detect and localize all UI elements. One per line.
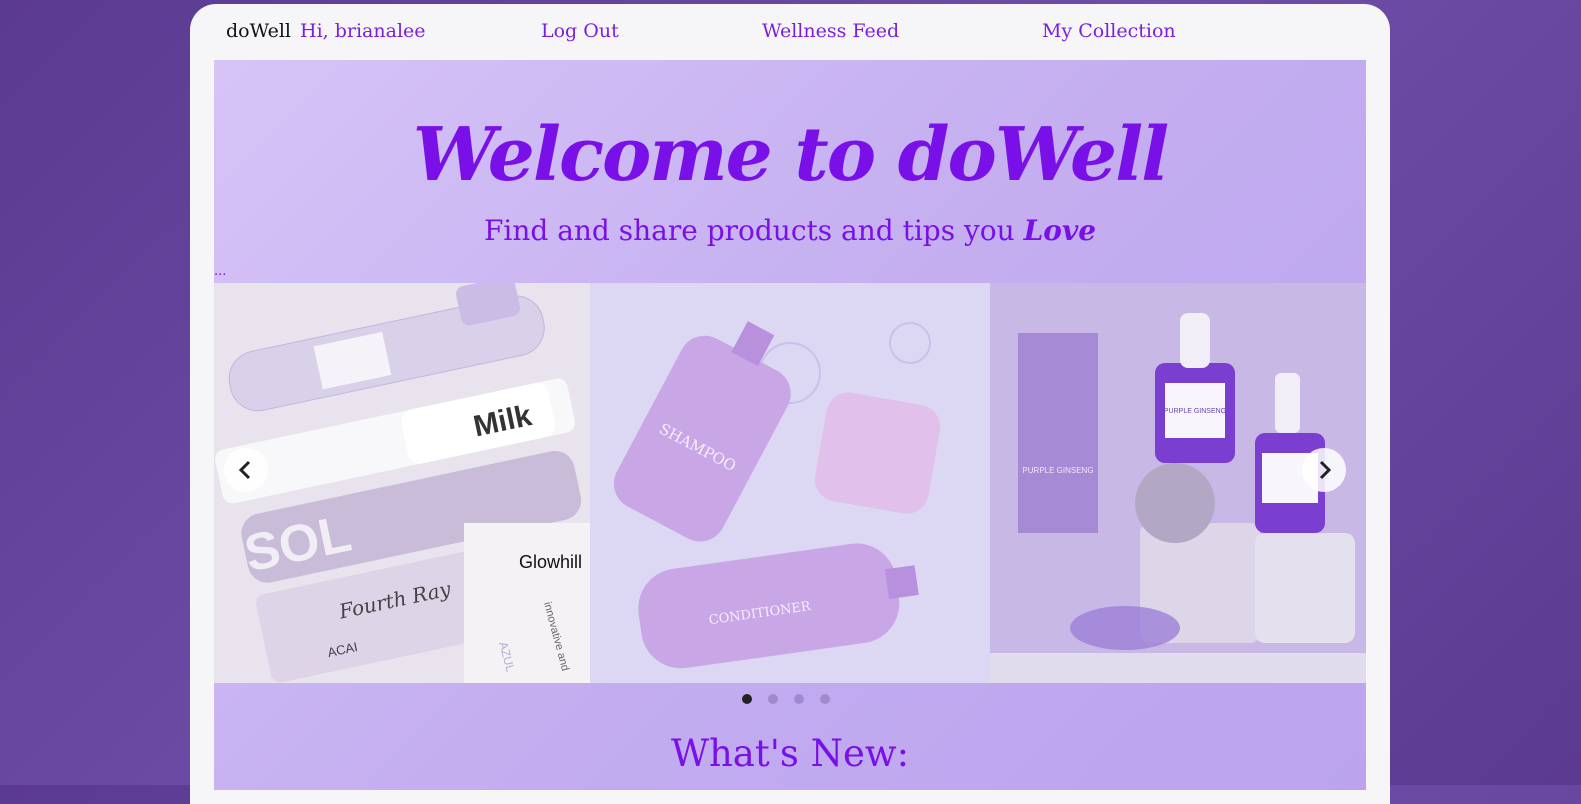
my-collection-link[interactable]: My Collection: [1042, 20, 1176, 42]
page-card: doWell Hi, brianalee Log Out Wellness Fe…: [190, 4, 1390, 804]
carousel-indicator-2[interactable]: [768, 694, 778, 704]
hero-subtitle-emphasis: Love: [1023, 214, 1097, 247]
hero-title: Welcome to doWell: [412, 112, 1170, 198]
carousel-indicator-3[interactable]: [794, 694, 804, 704]
slide-1-illustration: SOL Milk Fourth Ray ACAI Glowhill innova…: [214, 283, 604, 683]
logout-link[interactable]: Log Out: [541, 20, 619, 42]
slide-3-bottle-label: PURPLE GINSENG: [1164, 408, 1226, 415]
slide-2-illustration: SHAMPOO CONDITIONER: [590, 283, 990, 683]
carousel-prev-button[interactable]: [224, 448, 268, 492]
slide-1-glowhill-label: Glowhill: [519, 552, 582, 572]
chevron-left-icon: [238, 460, 251, 480]
top-nav: doWell Hi, brianalee Log Out Wellness Fe…: [190, 4, 1390, 60]
hero-subtitle: Find and share products and tips you Lov…: [214, 214, 1366, 247]
carousel-indicators: [742, 694, 830, 704]
whats-new-heading: What's New:: [670, 732, 910, 775]
hero-section: Welcome to doWell Find and share product…: [214, 60, 1366, 790]
brand-logo[interactable]: doWell: [226, 20, 291, 42]
carousel-slide-2: SHAMPOO CONDITIONER: [590, 283, 990, 683]
product-carousel[interactable]: SOL Milk Fourth Ray ACAI Glowhill innova…: [214, 283, 1366, 683]
ellipsis-text: ...: [214, 264, 227, 279]
chevron-right-icon: [1319, 460, 1332, 480]
carousel-indicator-1[interactable]: [742, 694, 752, 704]
carousel-slide-1: SOL Milk Fourth Ray ACAI Glowhill innova…: [214, 283, 604, 683]
carousel-next-button[interactable]: [1302, 448, 1346, 492]
slide-3-box-label: PURPLE GINSENG: [1022, 466, 1093, 475]
greeting-link[interactable]: Hi, brianalee: [300, 20, 426, 42]
carousel-indicator-4[interactable]: [820, 694, 830, 704]
hero-subtitle-text: Find and share products and tips you: [483, 214, 1015, 247]
wellness-feed-link[interactable]: Wellness Feed: [762, 20, 899, 42]
